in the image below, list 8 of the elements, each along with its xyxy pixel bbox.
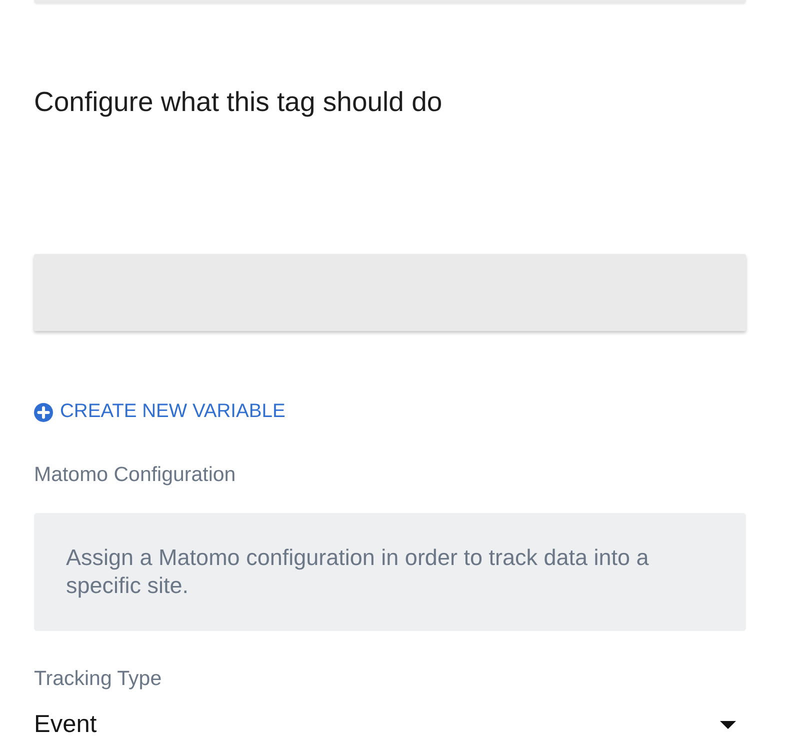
plus-circle-icon (34, 402, 53, 422)
caret-icon (720, 721, 736, 729)
info-notice: Assign a Matomo configuration in order to track data into a specific site. (34, 513, 746, 631)
field-label: Tracking Type (34, 667, 162, 691)
section-heading: Configure what this tag should do (34, 86, 442, 118)
select-field[interactable]: Event (34, 711, 746, 739)
create-variable-link[interactable]: CREATE NEW VARIABLE (34, 402, 286, 422)
field-label: Matomo Configuration (34, 463, 236, 487)
